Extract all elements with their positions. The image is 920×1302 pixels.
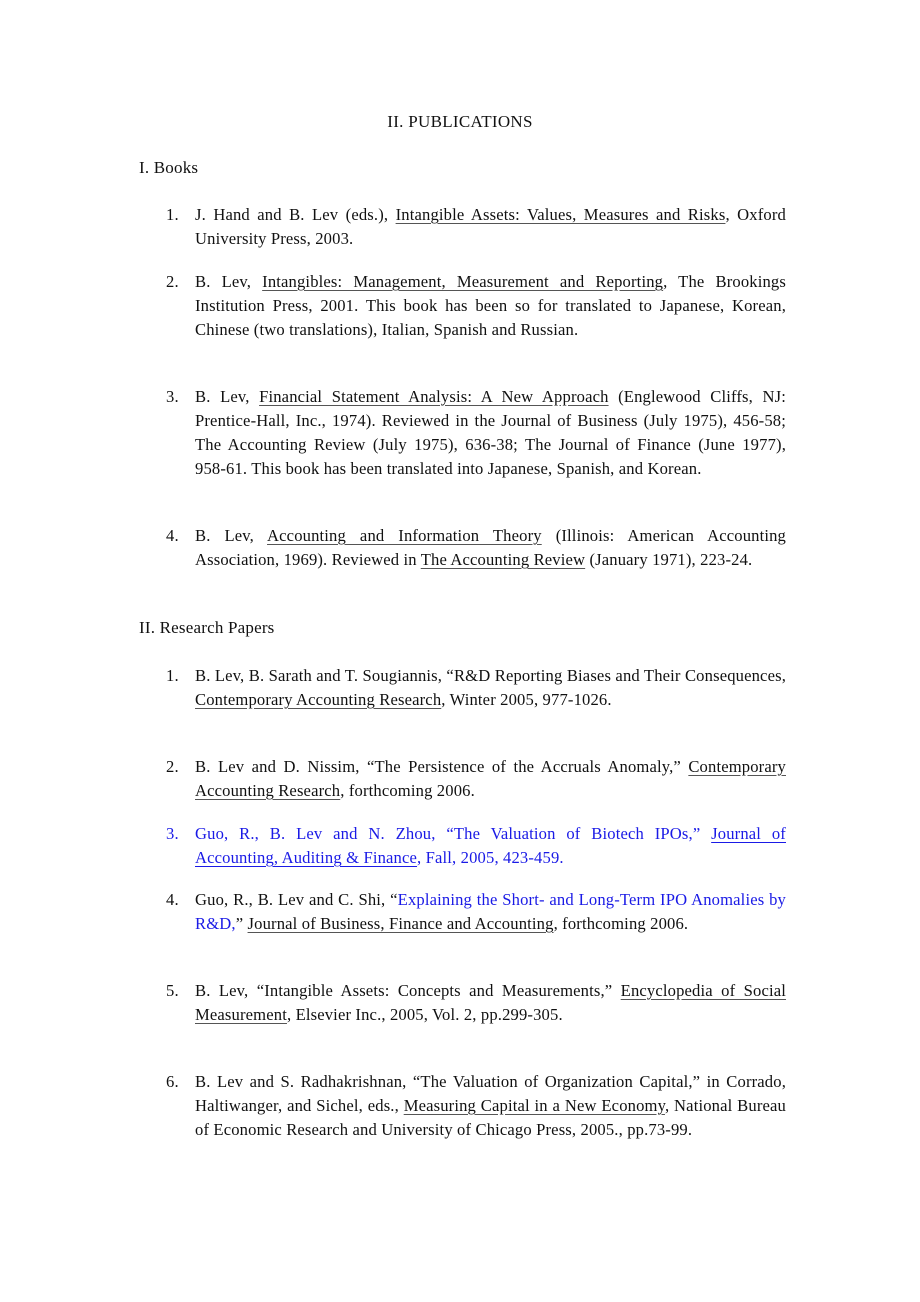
entry-text: J. Hand and B. Lev (eds.), Intangible As… <box>195 203 786 251</box>
book-entry-1: 1. J. Hand and B. Lev (eds.), Intangible… <box>166 203 786 251</box>
entry-number: 5. <box>166 981 179 1000</box>
citation-text: ” <box>235 914 248 933</box>
citation-text: B. Lev, <box>195 272 263 291</box>
citation-text: B. Lev, <box>195 387 260 406</box>
paper-entry-5: 5. B. Lev, “Intangible Assets: Concepts … <box>166 979 786 1027</box>
entry-text: Guo, R., B. Lev and C. Shi, “Explaining … <box>195 888 786 936</box>
entry-number: 4. <box>166 890 179 909</box>
entry-number: 1. <box>166 666 179 685</box>
paper-entry-6: 6. B. Lev and S. Radhakrishnan, “The Val… <box>166 1070 786 1142</box>
publication-title: The Accounting Review <box>420 550 586 569</box>
book-entry-2: 2. B. Lev, Intangibles: Management, Meas… <box>166 270 786 342</box>
entry-text: B. Lev, Intangibles: Management, Measure… <box>195 270 786 342</box>
citation-text: B. Lev, “Intangible Assets: Concepts and… <box>195 981 621 1000</box>
entry-number: 2. <box>166 757 179 776</box>
entry-number: 4. <box>166 526 179 545</box>
publication-title: Journal of Business, Finance and Account… <box>247 914 554 933</box>
publication-title: Intangibles: Management, Measurement and… <box>262 272 664 291</box>
entry-text: Guo, R., B. Lev and N. Zhou, “The Valuat… <box>195 822 786 870</box>
citation-text: B. Lev and D. Nissim, “The Persistence o… <box>195 757 689 776</box>
entry-number: 1. <box>166 205 179 224</box>
citation-text: , Winter 2005, 977-1026. <box>441 690 612 709</box>
publication-title: Contemporary Accounting Research <box>195 690 442 709</box>
entry-text: B. Lev and D. Nissim, “The Persistence o… <box>195 755 786 803</box>
entry-number: 6. <box>166 1072 179 1091</box>
citation-text: , Fall, 2005, 423-459. <box>417 848 564 867</box>
entry-text: B. Lev, Accounting and Information Theor… <box>195 524 786 572</box>
entry-text: B. Lev, B. Sarath and T. Sougiannis, “R&… <box>195 664 786 712</box>
citation-text: , forthcoming 2006. <box>340 781 475 800</box>
citation-text: B. Lev, <box>195 526 268 545</box>
paper-entry-3: 3. Guo, R., B. Lev and N. Zhou, “The Val… <box>166 822 786 870</box>
citation-text: Guo, R., B. Lev and C. Shi, “ <box>195 890 398 909</box>
entry-text: B. Lev and S. Radhakrishnan, “The Valuat… <box>195 1070 786 1142</box>
citation-text: Guo, R., B. Lev and N. Zhou, “The Valuat… <box>195 824 712 843</box>
entry-text: B. Lev, Financial Statement Analysis: A … <box>195 385 786 481</box>
publication-title: Financial Statement Analysis: A New Appr… <box>259 387 609 406</box>
paper-entry-2: 2. B. Lev and D. Nissim, “The Persistenc… <box>166 755 786 803</box>
citation-text: , forthcoming 2006. <box>553 914 689 933</box>
paper-entry-1: 1. B. Lev, B. Sarath and T. Sougiannis, … <box>166 664 786 712</box>
book-entry-4: 4. B. Lev, Accounting and Information Th… <box>166 524 786 572</box>
publication-title: Accounting and Information Theory <box>267 526 542 545</box>
citation-text: B. Lev, B. Sarath and T. Sougiannis, “R&… <box>195 666 786 685</box>
citation-text: J. Hand and B. Lev (eds.), <box>195 205 396 224</box>
entry-number: 3. <box>166 824 179 843</box>
publication-title: Intangible Assets: Values, Measures and … <box>395 205 726 224</box>
citation-text: , Elsevier Inc., 2005, Vol. 2, pp.299-30… <box>286 1005 563 1024</box>
publication-title: Measuring Capital in a New Economy <box>403 1096 665 1115</box>
page-title: II. PUBLICATIONS <box>387 112 533 131</box>
entry-number: 3. <box>166 387 179 406</box>
entry-number: 2. <box>166 272 179 291</box>
book-entry-3: 3. B. Lev, Financial Statement Analysis:… <box>166 385 786 481</box>
citation-text: (January 1971), 223-24. <box>585 550 753 569</box>
paper-entry-4: 4. Guo, R., B. Lev and C. Shi, “Explaini… <box>166 888 786 936</box>
section-heading-research-papers: II. Research Papers <box>139 618 275 637</box>
entry-text: B. Lev, “Intangible Assets: Concepts and… <box>195 979 786 1027</box>
section-heading-books: I. Books <box>139 158 199 177</box>
